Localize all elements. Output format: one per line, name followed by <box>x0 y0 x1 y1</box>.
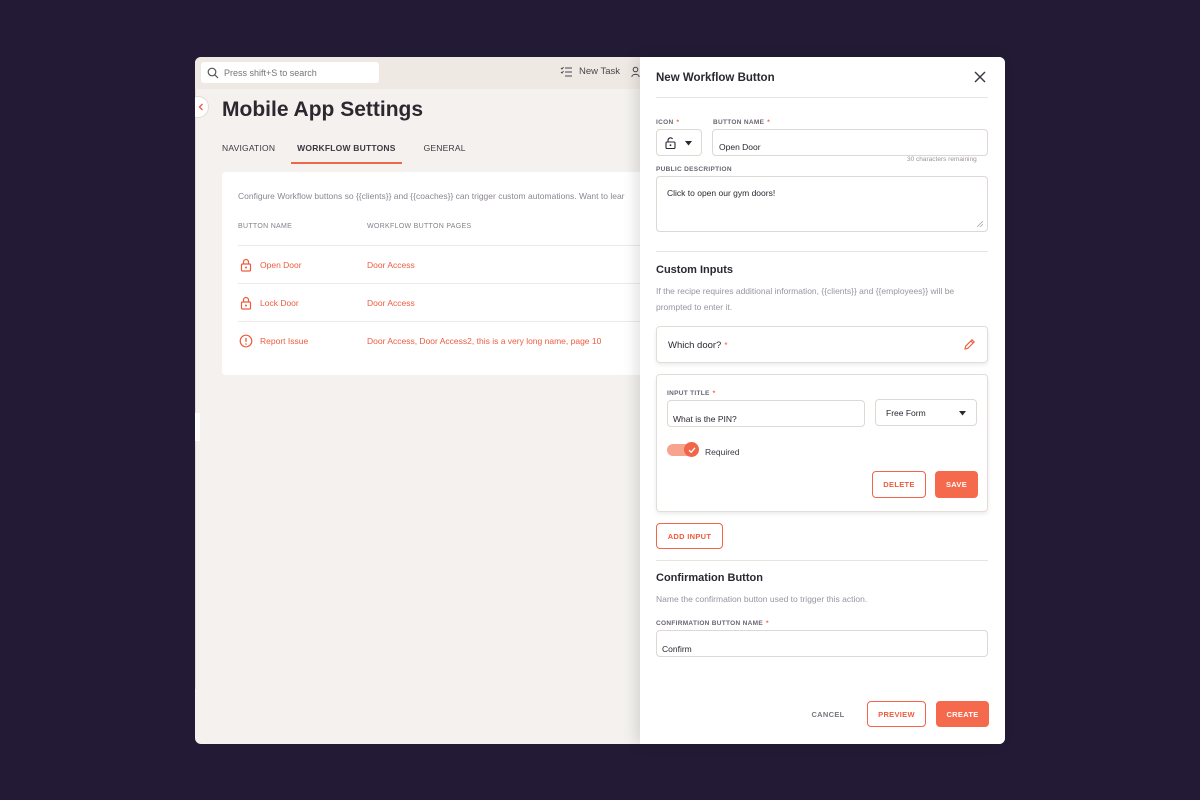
caret-down-icon <box>685 141 692 146</box>
chevron-left-icon <box>198 103 203 111</box>
search-box[interactable] <box>201 62 379 83</box>
chars-remaining: 30 characters remaining <box>907 156 977 163</box>
divider <box>656 251 988 252</box>
new-workflow-button-panel: New Workflow Button ICON* BUTTON NAME* 3… <box>640 57 1005 744</box>
confirmation-button-title: Confirmation Button <box>656 572 763 584</box>
lock-icon <box>240 296 252 310</box>
confirmation-button-name-label: CONFIRMATION BUTTON NAME * <box>656 620 769 627</box>
input-title-field[interactable] <box>667 400 865 427</box>
lock-icon <box>665 137 676 149</box>
check-icon <box>688 446 695 453</box>
new-task-button[interactable]: New Task <box>560 66 620 77</box>
public-description-textarea[interactable]: Click to open our gym doors! <box>667 188 977 222</box>
card-intro-text: Configure Workflow buttons so {{clients}… <box>238 191 625 201</box>
input-title-input[interactable] <box>673 414 859 424</box>
icon-select[interactable] <box>656 129 702 156</box>
button-name-label: BUTTON NAME * <box>713 119 771 126</box>
workflow-buttons-card: Configure Workflow buttons so {{clients}… <box>222 172 642 375</box>
table-row[interactable]: Lock Door Door Access <box>238 283 642 321</box>
toggle-knob[interactable] <box>684 442 699 457</box>
confirmation-button-name-input[interactable] <box>662 644 982 654</box>
button-pages-link[interactable]: Door Access, Door Access2, this is a ver… <box>367 336 601 346</box>
button-pages-link[interactable]: Door Access <box>367 260 415 270</box>
public-description-label: PUBLIC DESCRIPTION <box>656 166 732 173</box>
save-button[interactable]: SAVE <box>935 471 978 498</box>
custom-inputs-description: If the recipe requires additional inform… <box>656 286 955 312</box>
sidebar-highlight <box>195 413 200 441</box>
input-title-label: INPUT TITLE * <box>667 390 716 397</box>
public-description-field[interactable]: Click to open our gym doors! <box>656 176 988 232</box>
pencil-icon[interactable] <box>963 338 976 351</box>
button-name-link[interactable]: Lock Door <box>260 298 299 308</box>
lock-icon <box>240 258 252 272</box>
task-list-icon <box>560 66 572 77</box>
create-button[interactable]: CREATE <box>936 701 989 727</box>
custom-input-editor: INPUT TITLE* Free Form DELETE SAVE <box>656 374 988 512</box>
custom-input-item[interactable]: Which door? * <box>656 326 988 363</box>
delete-button[interactable]: DELETE <box>872 471 926 498</box>
required-label: Required <box>705 447 740 457</box>
button-name-link[interactable]: Report Issue <box>260 336 308 346</box>
search-icon <box>207 67 219 78</box>
confirmation-button-description: Name the confirmation button used to tri… <box>656 594 868 604</box>
caret-down-icon <box>959 411 966 416</box>
column-header-pages: WORKFLOW BUTTON PAGES <box>367 223 472 230</box>
table-row[interactable]: Report Issue Door Access, Door Access2, … <box>238 321 642 359</box>
icon-label: ICON * <box>656 119 680 126</box>
divider <box>656 560 988 561</box>
tab-workflow-buttons[interactable]: WORKFLOW BUTTONS <box>291 143 402 164</box>
table-row[interactable]: Open Door Door Access <box>238 245 642 283</box>
new-task-label: New Task <box>579 66 621 77</box>
button-pages-link[interactable]: Door Access <box>367 298 415 308</box>
search-input[interactable] <box>224 67 374 78</box>
tab-general[interactable]: GENERAL <box>424 143 466 164</box>
button-name-input[interactable] <box>719 142 981 152</box>
collapse-sidebar-button[interactable] <box>195 96 209 118</box>
divider <box>656 97 988 98</box>
page-title: Mobile App Settings <box>222 98 424 121</box>
preview-button[interactable]: PREVIEW <box>867 701 926 727</box>
cancel-button[interactable]: CANCEL <box>806 701 850 727</box>
close-icon[interactable] <box>973 70 987 84</box>
column-header-name: BUTTON NAME <box>238 223 293 230</box>
resize-handle-icon[interactable] <box>977 221 983 227</box>
custom-input-title: Which door? * <box>668 340 728 351</box>
tab-navigation[interactable]: NAVIGATION <box>222 143 275 164</box>
panel-title: New Workflow Button <box>656 72 775 84</box>
alert-circle-icon <box>239 334 253 348</box>
settings-tabs: NAVIGATION WORKFLOW BUTTONS GENERAL <box>222 143 488 164</box>
input-type-select[interactable]: Free Form <box>875 399 977 426</box>
sidebar-edge <box>195 89 196 689</box>
confirmation-button-name-field[interactable] <box>656 630 988 657</box>
button-name-field[interactable] <box>712 129 988 156</box>
button-name-link[interactable]: Open Door <box>260 260 302 270</box>
input-type-value: Free Form <box>886 408 926 418</box>
custom-inputs-title: Custom Inputs <box>656 264 733 276</box>
add-input-button[interactable]: ADD INPUT <box>656 523 723 549</box>
